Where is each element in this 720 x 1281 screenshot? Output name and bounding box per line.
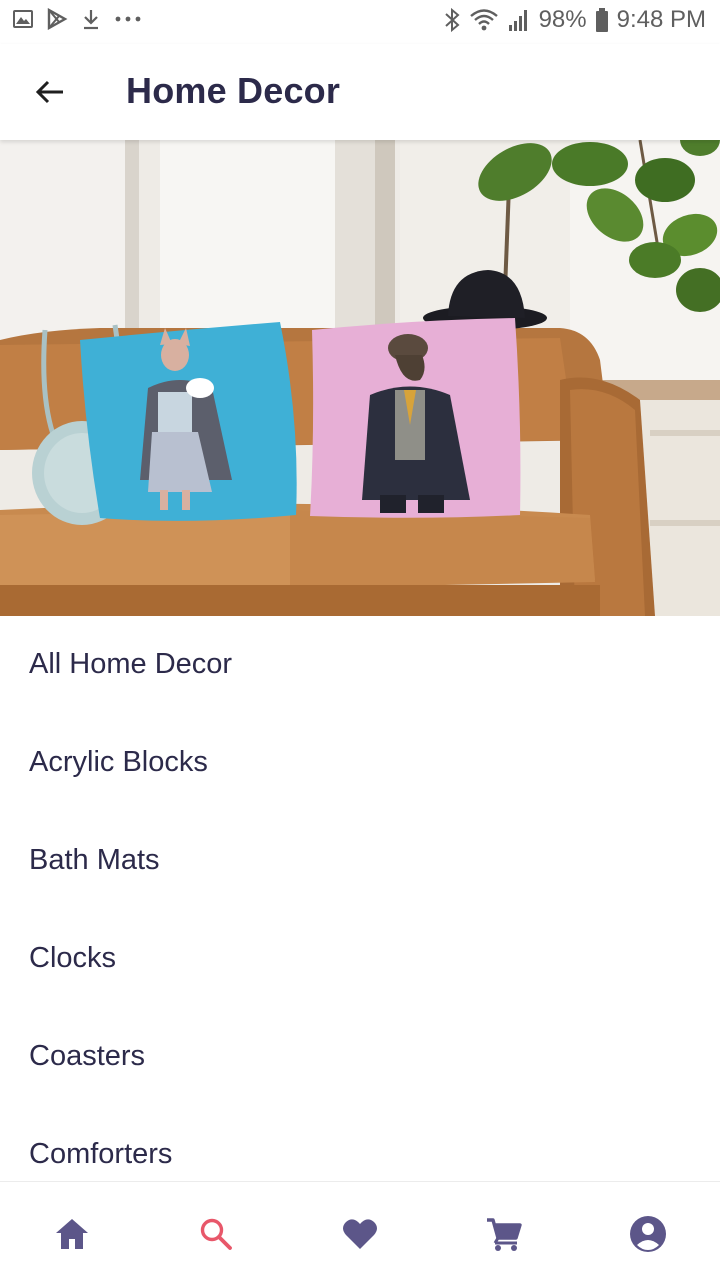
- search-icon: [200, 1218, 232, 1250]
- category-label: Acrylic Blocks: [29, 746, 208, 778]
- status-bar: 98% 9:48 PM: [0, 0, 720, 44]
- account-icon: [630, 1216, 666, 1252]
- category-label: Comforters: [29, 1138, 173, 1170]
- category-item-bath-mats[interactable]: Bath Mats: [0, 812, 720, 910]
- status-right-icons: 98% 9:48 PM: [443, 6, 706, 34]
- signal-icon: [507, 7, 531, 33]
- nav-search[interactable]: [192, 1210, 240, 1258]
- image-icon: [12, 8, 34, 30]
- nav-favorites[interactable]: [336, 1210, 384, 1258]
- nav-account[interactable]: [624, 1210, 672, 1258]
- category-item-coasters[interactable]: Coasters: [0, 1008, 720, 1106]
- category-label: All Home Decor: [29, 648, 233, 680]
- page-title: Home Decor: [126, 70, 341, 111]
- battery-icon: [595, 7, 609, 33]
- bottom-nav: [0, 1181, 720, 1281]
- back-button[interactable]: [26, 68, 74, 116]
- heart-icon: [343, 1219, 377, 1249]
- banner-image: [0, 140, 720, 616]
- category-item-clocks[interactable]: Clocks: [0, 910, 720, 1008]
- category-label: Clocks: [29, 942, 117, 974]
- category-label: Coasters: [29, 1040, 146, 1072]
- clock-time: 9:48 PM: [616, 6, 706, 33]
- app-bar: Home Decor: [0, 44, 720, 140]
- arrow-left-icon: [35, 80, 63, 104]
- nav-home[interactable]: [48, 1210, 96, 1258]
- bluetooth-icon: [443, 7, 461, 33]
- battery-percent: 98%: [538, 6, 587, 33]
- nav-cart[interactable]: [480, 1210, 528, 1258]
- hero-banner: [0, 140, 720, 616]
- download-icon: [80, 8, 102, 30]
- wifi-icon: [469, 7, 499, 33]
- category-list: All Home Decor Acrylic Blocks Bath Mats …: [0, 616, 720, 1204]
- status-left-icons: [12, 8, 142, 30]
- category-label: Bath Mats: [29, 844, 160, 876]
- more-dots-icon: [114, 8, 142, 30]
- category-item-acrylic-blocks[interactable]: Acrylic Blocks: [0, 714, 720, 812]
- category-item-all-home-decor[interactable]: All Home Decor: [0, 616, 720, 714]
- play-store-icon: [46, 8, 68, 30]
- cart-icon: [487, 1218, 522, 1251]
- home-icon: [56, 1219, 88, 1249]
